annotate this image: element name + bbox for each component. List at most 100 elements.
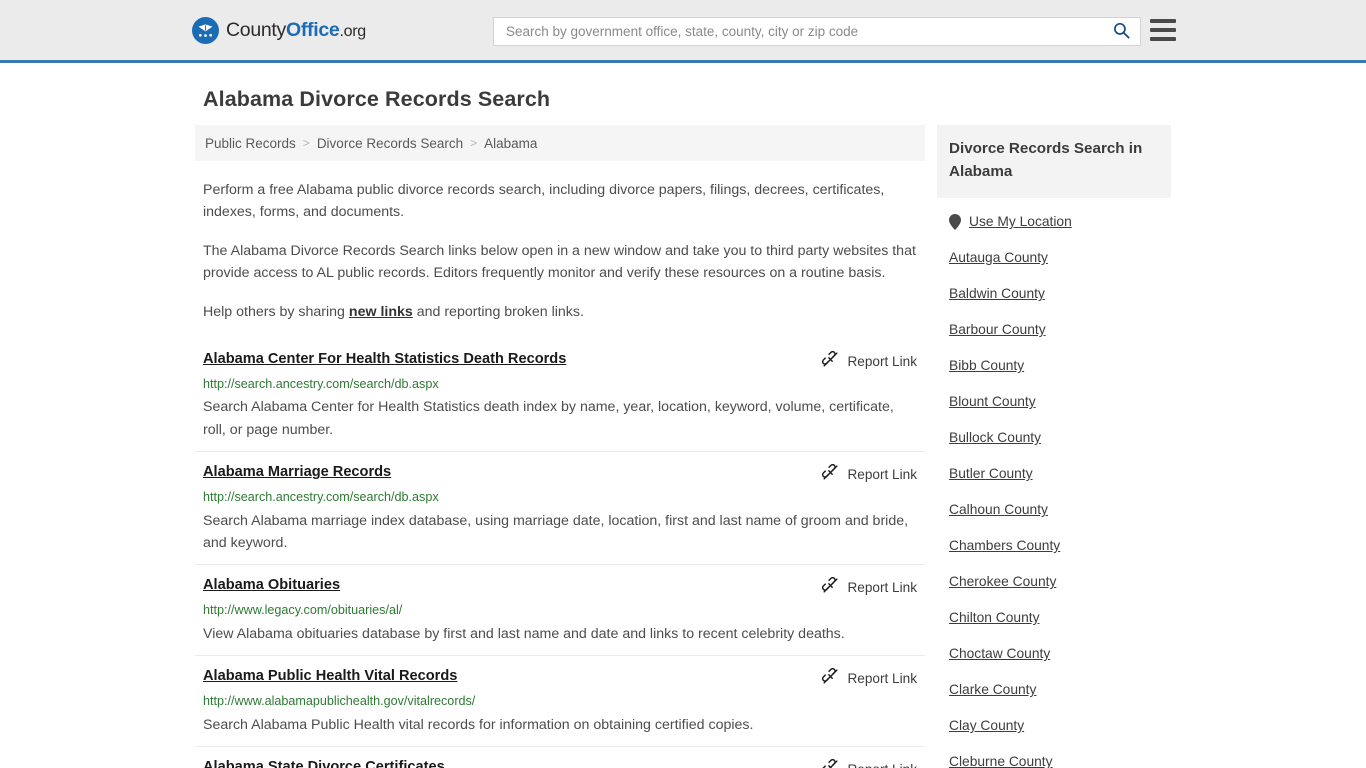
intro-paragraph-3: Help others by sharing new links and rep… [203, 301, 917, 323]
site-header: CountyOffice.org [0, 0, 1366, 63]
new-links-link[interactable]: new links [349, 304, 413, 320]
hamburger-menu-icon[interactable] [1150, 19, 1176, 41]
result-header: Alabama Public Health Vital Records Repo… [203, 667, 917, 688]
county-link[interactable]: Bullock County [949, 430, 1041, 445]
logo-text-office: Office [286, 18, 340, 41]
intro-paragraph-2: The Alabama Divorce Records Search links… [203, 243, 916, 281]
sidebar-item-chilton-county[interactable]: Chilton County [937, 600, 1171, 636]
result-title-link[interactable]: Alabama State Divorce Certificates [203, 758, 822, 768]
sidebar-heading: Divorce Records Search in Alabama [937, 125, 1171, 198]
report-link-button[interactable]: Report Link [822, 667, 917, 688]
search-button[interactable] [1102, 18, 1140, 45]
result-header: Alabama Center For Health Statistics Dea… [203, 350, 917, 371]
county-link[interactable]: Chilton County [949, 610, 1040, 625]
breadcrumb-item-public-records[interactable]: Public Records [205, 136, 296, 151]
result-header: Alabama State Divorce Certificates Repor… [203, 758, 917, 768]
sidebar-item-bullock-county[interactable]: Bullock County [937, 420, 1171, 456]
results-list: Alabama Center For Health Statistics Dea… [195, 339, 925, 768]
sidebar-item-barbour-county[interactable]: Barbour County [937, 312, 1171, 348]
result-header: Alabama Marriage Records Report Link [203, 463, 917, 484]
report-link-label: Report Link [847, 466, 917, 482]
sidebar-item-bibb-county[interactable]: Bibb County [937, 348, 1171, 384]
menu-bar-1 [1150, 19, 1176, 23]
main-content-column: Public Records > Divorce Records Search … [195, 125, 925, 768]
report-link-label: Report Link [847, 353, 917, 369]
broken-link-icon [822, 759, 839, 768]
broken-link-icon [822, 577, 839, 597]
page-title: Alabama Divorce Records Search [203, 87, 551, 111]
intro-p3-before: Help others by sharing [203, 304, 349, 320]
breadcrumb-separator-2: > [470, 136, 478, 150]
map-pin-icon [949, 213, 961, 230]
logo-text-county: County [226, 18, 286, 41]
breadcrumb: Public Records > Divorce Records Search … [195, 125, 925, 161]
sidebar-item-use-my-location[interactable]: Use My Location [937, 204, 1171, 240]
sidebar-item-cherokee-county[interactable]: Cherokee County [937, 564, 1171, 600]
logo-wordmark: CountyOffice.org [226, 18, 366, 41]
county-link[interactable]: Baldwin County [949, 286, 1045, 301]
sidebar-item-clay-county[interactable]: Clay County [937, 708, 1171, 744]
result-header: Alabama Obituaries Report Link [203, 576, 917, 597]
intro-section: Perform a free Alabama public divorce re… [195, 179, 925, 323]
result-title-link[interactable]: Alabama Obituaries [203, 576, 822, 594]
sidebar-item-baldwin-county[interactable]: Baldwin County [937, 276, 1171, 312]
search-icon [1112, 21, 1131, 43]
county-link[interactable]: Chambers County [949, 538, 1060, 553]
result-url: http://search.ancestry.com/search/db.asp… [203, 490, 439, 505]
search-input[interactable] [494, 18, 1102, 45]
breadcrumb-separator-1: > [302, 136, 310, 150]
county-link[interactable]: Cherokee County [949, 574, 1056, 589]
county-link[interactable]: Choctaw County [949, 646, 1050, 661]
sidebar-item-calhoun-county[interactable]: Calhoun County [937, 492, 1171, 528]
sidebar-county-list: Use My Location Autauga County Baldwin C… [937, 198, 1171, 768]
result-description: Search Alabama Public Health vital recor… [203, 716, 754, 733]
sidebar-item-blount-county[interactable]: Blount County [937, 384, 1171, 420]
use-my-location-link[interactable]: Use My Location [969, 214, 1072, 229]
sidebar-item-choctaw-county[interactable]: Choctaw County [937, 636, 1171, 672]
result-url: http://www.alabamapublichealth.gov/vital… [203, 694, 476, 709]
result-item: Alabama Obituaries Report Link http://ww… [195, 564, 925, 655]
result-title-link[interactable]: Alabama Public Health Vital Records [203, 667, 822, 685]
county-link[interactable]: Cleburne County [949, 754, 1053, 768]
report-link-button[interactable]: Report Link [822, 576, 917, 597]
result-item: Alabama Marriage Records Report Link htt… [195, 451, 925, 564]
report-link-button[interactable]: Report Link [822, 758, 917, 768]
county-link[interactable]: Clarke County [949, 682, 1036, 697]
result-item: Alabama Public Health Vital Records Repo… [195, 655, 925, 746]
report-link-button[interactable]: Report Link [822, 463, 917, 484]
intro-paragraph-1: Perform a free Alabama public divorce re… [203, 182, 885, 220]
breadcrumb-item-divorce-records-search[interactable]: Divorce Records Search [317, 136, 463, 151]
county-link[interactable]: Butler County [949, 466, 1033, 481]
county-link[interactable]: Bibb County [949, 358, 1024, 373]
search-bar [493, 17, 1141, 46]
county-link[interactable]: Barbour County [949, 322, 1046, 337]
sidebar-item-cleburne-county[interactable]: Cleburne County [937, 744, 1171, 768]
logo-text-org: .org [339, 22, 366, 40]
result-description: View Alabama obituaries database by firs… [203, 625, 845, 642]
report-link-label: Report Link [847, 762, 917, 768]
report-link-label: Report Link [847, 579, 917, 595]
result-url: http://search.ancestry.com/search/db.asp… [203, 377, 439, 391]
intro-p3-after: and reporting broken links. [412, 304, 584, 320]
result-description: Search Alabama Center for Health Statist… [203, 399, 894, 438]
menu-bar-2 [1150, 28, 1176, 32]
sidebar: Divorce Records Search in Alabama Use My… [937, 125, 1171, 768]
site-logo[interactable]: CountyOffice.org [192, 17, 366, 44]
report-link-label: Report Link [847, 670, 917, 686]
result-title-link[interactable]: Alabama Center For Health Statistics Dea… [203, 350, 822, 368]
broken-link-icon [822, 464, 839, 484]
county-link[interactable]: Blount County [949, 394, 1036, 409]
sidebar-item-clarke-county[interactable]: Clarke County [937, 672, 1171, 708]
sidebar-item-chambers-county[interactable]: Chambers County [937, 528, 1171, 564]
county-link[interactable]: Clay County [949, 718, 1024, 733]
header-inner: CountyOffice.org [0, 0, 1366, 60]
result-url: http://www.legacy.com/obituaries/al/ [203, 603, 403, 618]
county-link[interactable]: Autauga County [949, 250, 1048, 265]
menu-bar-3 [1150, 37, 1176, 41]
broken-link-icon [822, 351, 839, 371]
county-link[interactable]: Calhoun County [949, 502, 1048, 517]
sidebar-item-autauga-county[interactable]: Autauga County [937, 240, 1171, 276]
result-title-link[interactable]: Alabama Marriage Records [203, 463, 822, 481]
sidebar-item-butler-county[interactable]: Butler County [937, 456, 1171, 492]
report-link-button[interactable]: Report Link [822, 350, 917, 371]
